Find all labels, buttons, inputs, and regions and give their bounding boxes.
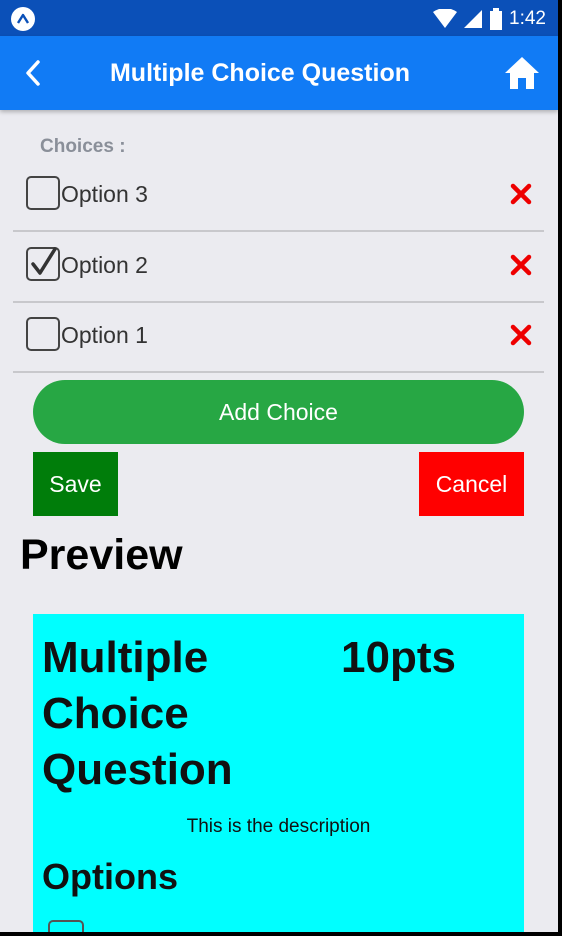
preview-options-heading: Options xyxy=(42,856,178,897)
preview-question-title: Multiple Choice Question xyxy=(42,633,233,794)
choice-checkbox[interactable] xyxy=(26,317,60,351)
choice-label: Option 3 xyxy=(61,181,148,207)
preview-heading: Preview xyxy=(20,531,183,579)
preview-card: Multiple Choice Question 10pts This is t… xyxy=(33,614,524,932)
save-button[interactable]: Save xyxy=(33,452,118,516)
check-icon xyxy=(31,247,57,275)
delete-icon[interactable] xyxy=(510,183,532,205)
delete-icon[interactable] xyxy=(510,254,532,276)
cancel-button[interactable]: Cancel xyxy=(419,452,524,516)
choice-label: Option 2 xyxy=(61,252,148,278)
page-title: Multiple Choice Question xyxy=(109,59,410,87)
choices-label: Choices : xyxy=(40,136,126,157)
choice-checkbox[interactable] xyxy=(26,247,60,281)
clock: 1:42 xyxy=(509,8,546,29)
signal-icon xyxy=(464,10,483,28)
system-icons: 1:42 xyxy=(433,7,546,31)
battery-icon xyxy=(490,8,503,30)
delete-icon[interactable] xyxy=(510,324,532,346)
choice-label: Option 1 xyxy=(61,322,148,348)
choice-checkbox[interactable] xyxy=(26,176,60,210)
screen: 1:42 Multiple Choice Question Choices : … xyxy=(0,0,558,932)
preview-description: This is the description xyxy=(186,816,371,837)
app-logo-icon xyxy=(11,7,35,31)
status-bar: 1:42 xyxy=(0,0,558,36)
app-bar: Multiple Choice Question xyxy=(0,36,558,110)
preview-option-checkbox[interactable] xyxy=(48,920,84,932)
choice-row-option-1: Option 1 xyxy=(13,302,544,373)
choice-row-option-3: Option 3 xyxy=(13,161,544,232)
choice-row-option-2: Option 2 xyxy=(13,232,544,303)
add-choice-button[interactable]: Add Choice xyxy=(33,380,524,444)
home-icon[interactable] xyxy=(504,56,540,90)
wifi-icon xyxy=(433,9,458,28)
preview-points: 10pts xyxy=(341,633,456,682)
